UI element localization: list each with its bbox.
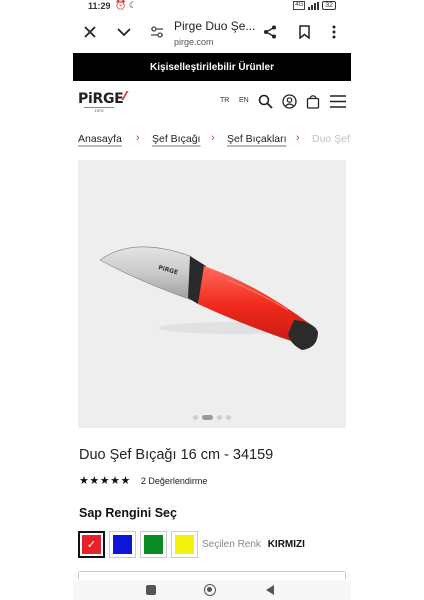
product-title: Duo Şef Bıçağı 16 cm - 34159 bbox=[79, 447, 274, 463]
gallery-dot[interactable] bbox=[226, 415, 231, 420]
gallery-dot-active[interactable] bbox=[202, 415, 213, 420]
close-icon[interactable] bbox=[81, 23, 99, 41]
breadcrumb-separator-icon: › bbox=[136, 133, 140, 144]
color-swatch-yellow[interactable] bbox=[171, 531, 198, 558]
browser-toolbar: Pirge Duo Şe... pirge.com bbox=[73, 14, 351, 52]
promo-banner[interactable]: Kişiselleştirilebilir Ürünler bbox=[73, 53, 351, 81]
selected-color-value: KIRMIZI bbox=[267, 539, 305, 550]
color-swatch-red[interactable]: ✓ bbox=[78, 531, 105, 558]
network-badge: 4G bbox=[293, 1, 306, 10]
home-icon[interactable] bbox=[204, 584, 216, 596]
breadcrumb-separator-icon: › bbox=[296, 133, 300, 144]
color-heading: Sap Rengini Seç bbox=[79, 506, 177, 520]
bag-icon[interactable] bbox=[304, 92, 322, 110]
browser-url[interactable]: pirge.com bbox=[174, 37, 214, 47]
promo-text: Kişiselleştirilebilir Ürünler bbox=[150, 61, 274, 73]
signal-icon bbox=[308, 1, 320, 10]
color-swatch-green[interactable] bbox=[140, 531, 167, 558]
recents-icon[interactable] bbox=[146, 585, 156, 595]
selected-color-label: Seçilen Renk bbox=[202, 539, 261, 550]
more-vert-icon[interactable] bbox=[325, 23, 343, 41]
status-right: 4G 32 bbox=[293, 1, 336, 10]
alarm-icon: ⏰ ☾ bbox=[115, 0, 137, 10]
bookmark-icon[interactable] bbox=[295, 23, 313, 41]
search-icon[interactable] bbox=[256, 92, 274, 110]
site-logo[interactable]: PiRGE 1979 bbox=[78, 90, 129, 113]
chevron-down-icon[interactable] bbox=[115, 23, 133, 41]
status-time: 11:29 bbox=[88, 1, 111, 11]
rating-stars-icon: ★★★★★ bbox=[79, 475, 131, 487]
menu-icon[interactable] bbox=[329, 92, 347, 110]
selected-color: Seçilen Renk KIRMIZI bbox=[202, 539, 305, 550]
logo-since: 1979 bbox=[84, 107, 114, 113]
gallery-dot[interactable] bbox=[217, 415, 222, 420]
account-icon[interactable] bbox=[280, 92, 298, 110]
product-gallery[interactable]: PiRGE bbox=[78, 160, 346, 428]
lang-tr[interactable]: TR bbox=[220, 97, 229, 104]
gallery-dot[interactable] bbox=[193, 415, 198, 420]
share-icon[interactable] bbox=[261, 23, 279, 41]
gallery-pagination bbox=[78, 415, 346, 420]
next-section-box bbox=[78, 571, 346, 579]
breadcrumb-separator-icon: › bbox=[211, 133, 215, 144]
back-icon[interactable] bbox=[266, 585, 274, 595]
rating-count[interactable]: 2 Değerlendirme bbox=[141, 476, 208, 486]
color-swatch-blue[interactable] bbox=[109, 531, 136, 558]
breadcrumb-home[interactable]: Anasayfa bbox=[78, 133, 122, 145]
checkmark-icon: ✓ bbox=[82, 535, 101, 554]
breadcrumb-category[interactable]: Şef Bıçağı bbox=[152, 133, 200, 145]
breadcrumb-current: Duo Şef bbox=[312, 133, 350, 145]
status-bar: 11:29 ⏰ ☾ 4G 32 bbox=[0, 0, 424, 14]
product-image: PiRGE bbox=[99, 246, 318, 350]
lang-en[interactable]: EN bbox=[239, 97, 249, 104]
system-nav-bar bbox=[73, 580, 351, 600]
product-rating[interactable]: ★★★★★ 2 Değerlendirme bbox=[79, 474, 207, 487]
site-header: PiRGE 1979 TR EN bbox=[73, 81, 351, 121]
tune-icon[interactable] bbox=[148, 23, 166, 41]
battery-icon: 32 bbox=[322, 1, 336, 10]
browser-tab-title[interactable]: Pirge Duo Şe... bbox=[174, 19, 255, 33]
breadcrumb-subcategory[interactable]: Şef Bıçakları bbox=[227, 133, 287, 145]
breadcrumb: Anasayfa › Şef Bıçağı › Şef Bıçakları › … bbox=[73, 133, 351, 149]
